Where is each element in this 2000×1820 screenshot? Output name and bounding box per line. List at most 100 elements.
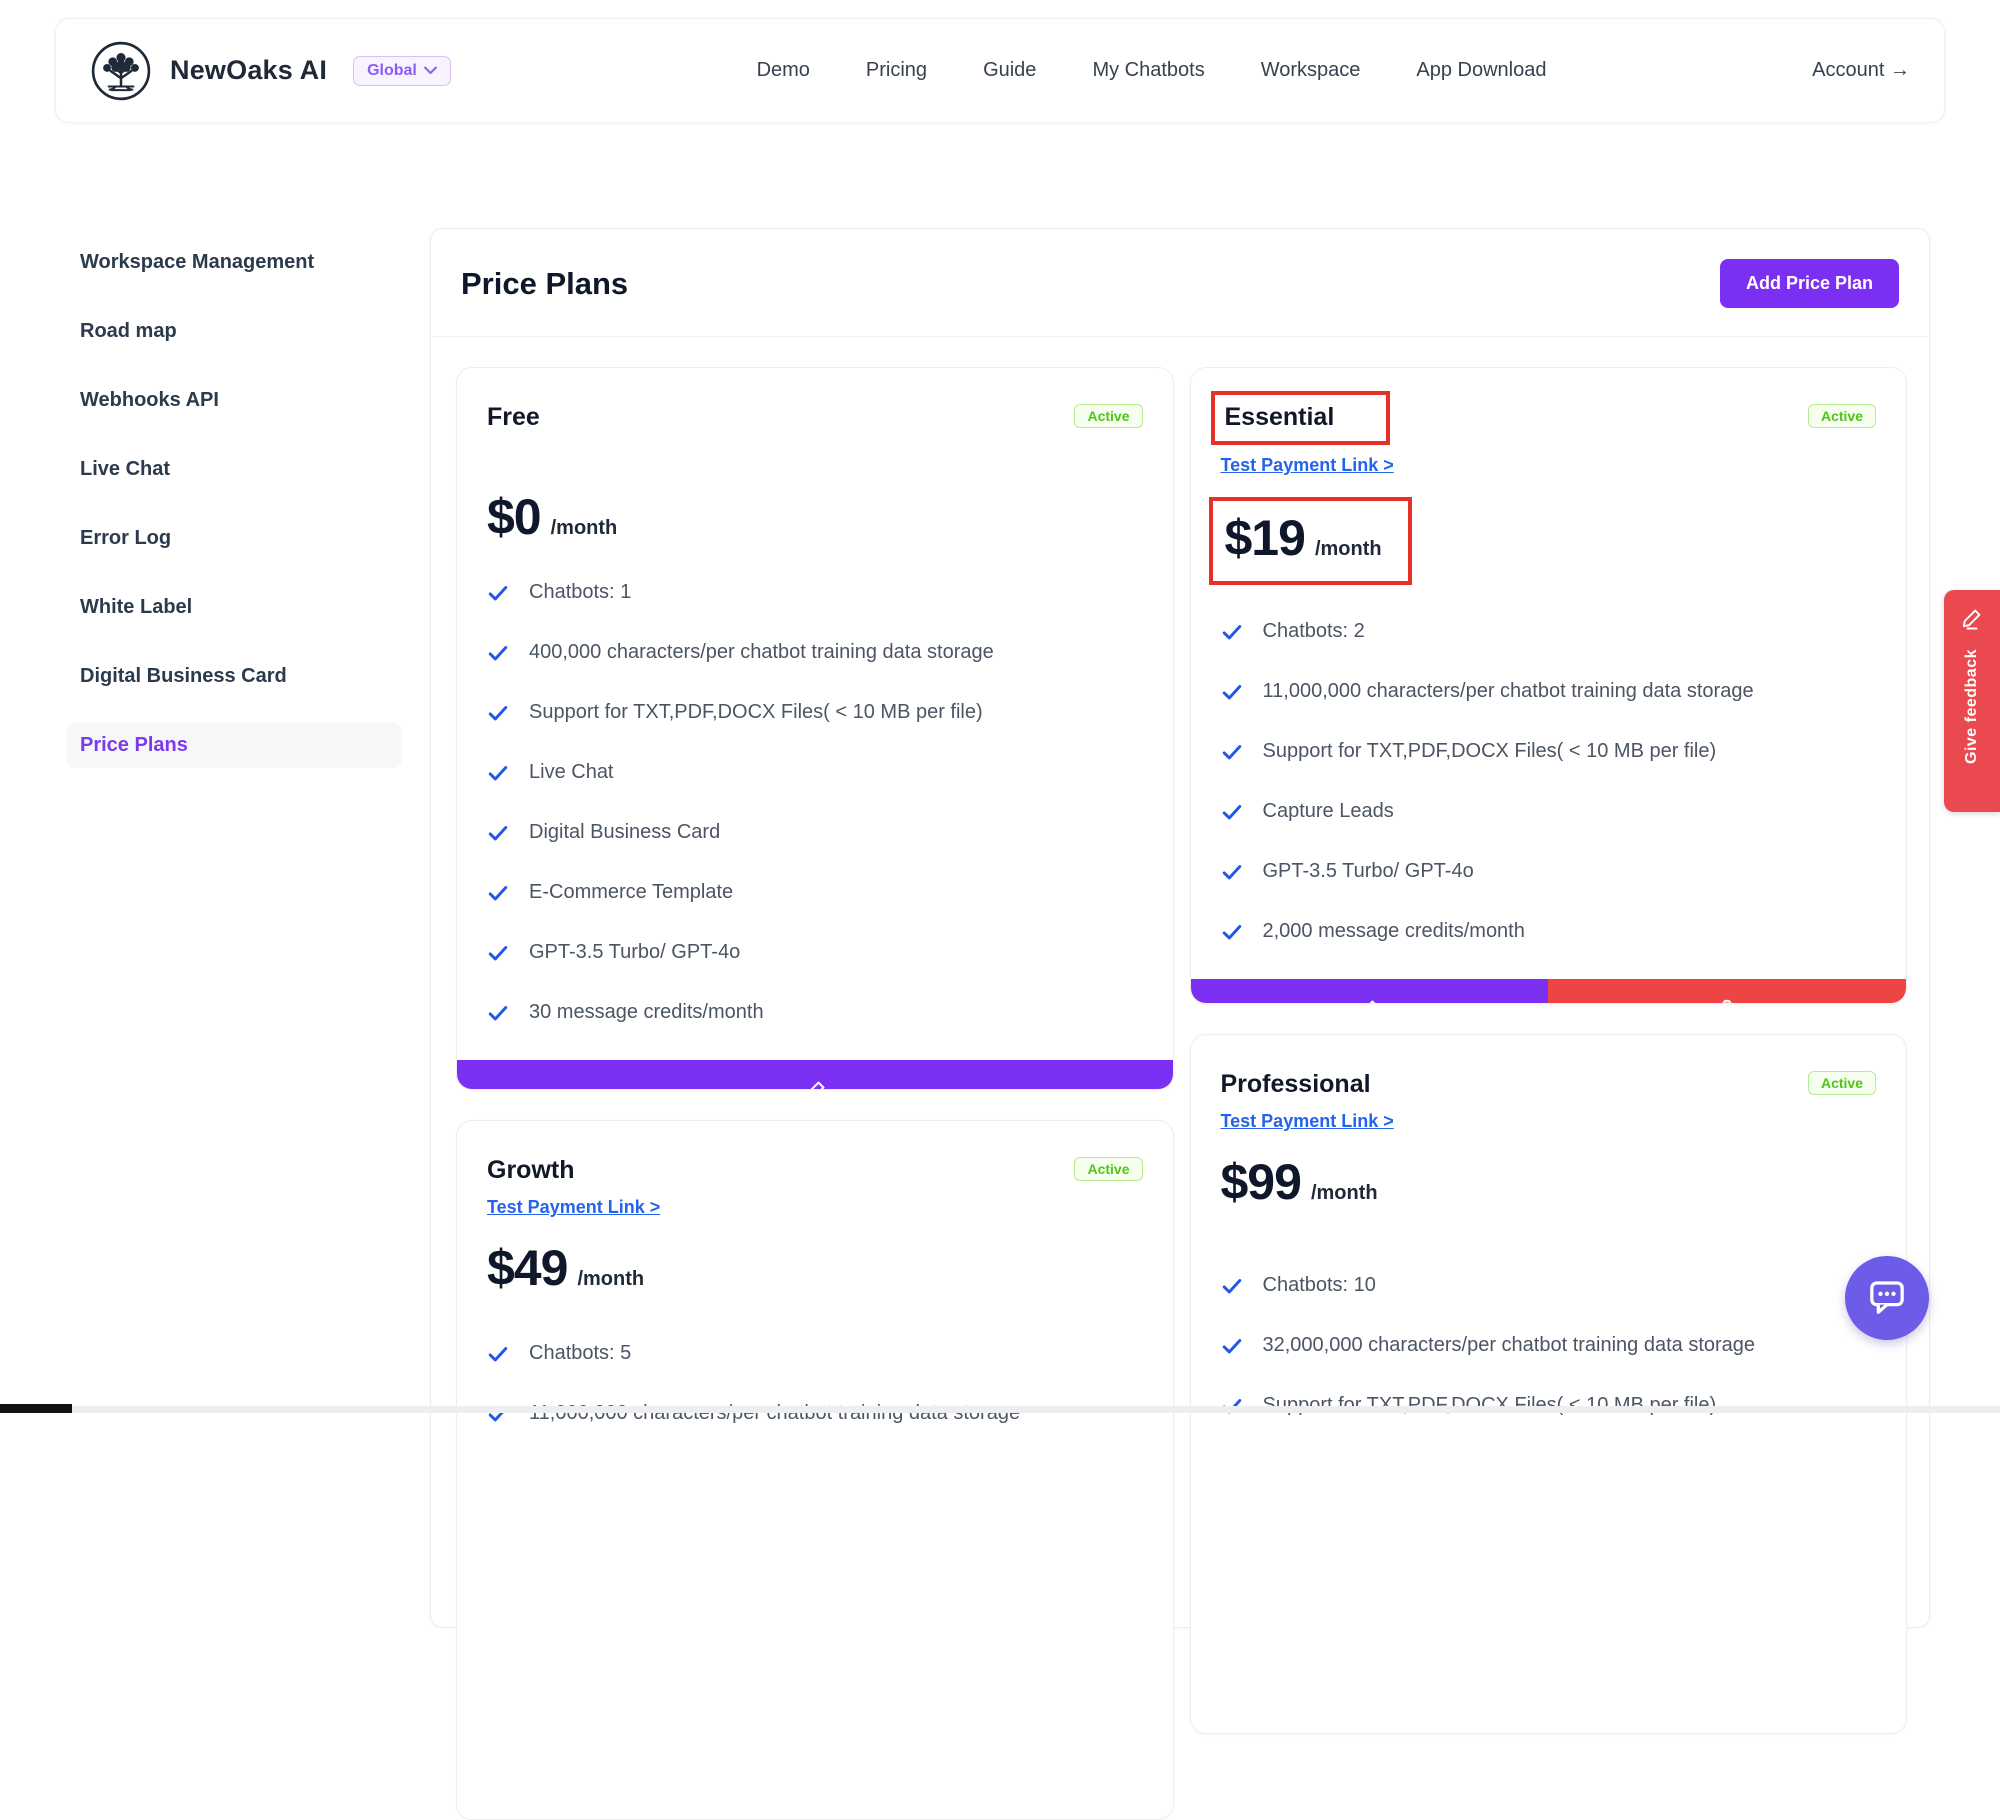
feature-item: Chatbots: 1	[487, 580, 1143, 610]
plan-features: Chatbots: 5 11,000,000 characters/per cha…	[487, 1341, 1143, 1461]
feature-text: E-Commerce Template	[529, 880, 733, 904]
feature-text: 11,000,000 characters/per chatbot traini…	[1263, 679, 1754, 703]
check-icon	[1221, 799, 1243, 829]
feature-item: GPT-3.5 Turbo/ GPT-4o	[487, 940, 1143, 970]
region-label: Global	[367, 62, 417, 80]
check-icon	[1221, 859, 1243, 889]
price-amount: $49	[487, 1239, 567, 1297]
feature-item: 11,000,000 characters/per chatbot traini…	[1221, 679, 1877, 709]
screen-corner-artifact	[0, 1404, 72, 1413]
plan-card-header: Free Active	[487, 400, 1143, 434]
price-period: /month	[1315, 538, 1382, 561]
plan-column-right: EssentialActiveTest Payment Link >$19/mo…	[1190, 367, 1908, 1820]
feature-text: GPT-3.5 Turbo/ GPT-4o	[529, 940, 740, 964]
nav-link-guide[interactable]: Guide	[983, 59, 1036, 82]
check-icon	[487, 760, 509, 790]
screen-edge-strip	[0, 1406, 2000, 1413]
plan-card-professional: Professional Active Test Payment Link > $99…	[1190, 1034, 1908, 1734]
sidebar-item-digital-business-card[interactable]: Digital Business Card	[66, 654, 402, 699]
feature-text: Chatbots: 2	[1263, 619, 1365, 643]
region-selector[interactable]: Global	[353, 56, 451, 86]
check-icon	[487, 1341, 509, 1371]
plan-column-left: Free Active $0/month Chatbots: 1 400,000 cha…	[456, 367, 1174, 1820]
edit-plan-button[interactable]	[457, 1060, 1173, 1090]
feature-text: 11,000,000 characters/per chatbot traini…	[529, 1401, 1020, 1425]
price-period: /month	[1311, 1182, 1378, 1205]
plan-card-free: Free Active $0/month Chatbots: 1 400,000 cha…	[456, 367, 1174, 1090]
pencil-icon	[802, 1078, 828, 1091]
feature-item: 2,000 message credits/month	[1221, 919, 1877, 949]
status-badge: Active	[1808, 1071, 1876, 1095]
check-icon	[487, 580, 509, 610]
edit-plan-button[interactable]	[1191, 979, 1549, 1004]
feature-text: Chatbots: 5	[529, 1341, 631, 1365]
feedback-label: Give feedback	[1963, 649, 1981, 764]
check-icon	[487, 1000, 509, 1030]
plan-cards-grid: Free Active $0/month Chatbots: 1 400,000 cha…	[431, 337, 1929, 1820]
check-icon	[1221, 1273, 1243, 1303]
price-amount: $19	[1225, 509, 1305, 567]
feature-text: 400,000 characters/per chatbot training …	[529, 640, 994, 664]
sidebar-item-workspace-management[interactable]: Workspace Management	[66, 240, 402, 285]
settings-sidebar: Workspace Management Road map Webhooks API…	[66, 240, 402, 792]
feature-item: Live Chat	[487, 760, 1143, 790]
feature-item: Digital Business Card	[487, 820, 1143, 850]
sidebar-item-webhooks-api[interactable]: Webhooks API	[66, 378, 402, 423]
sidebar-item-road-map[interactable]: Road map	[66, 309, 402, 354]
check-icon	[1221, 739, 1243, 769]
page-title: Price Plans	[461, 266, 628, 302]
status-badge: Active	[1074, 404, 1142, 428]
sidebar-item-live-chat[interactable]: Live Chat	[66, 447, 402, 492]
feature-item: 32,000,000 characters/per chatbot traini…	[1221, 1333, 1877, 1363]
plan-card-growth: Growth Active Test Payment Link > $49/month…	[456, 1120, 1174, 1820]
plan-price: $49/month	[487, 1239, 644, 1297]
nav-link-pricing[interactable]: Pricing	[866, 59, 927, 82]
plan-price: $19/month	[1209, 497, 1412, 585]
feature-item: E-Commerce Template	[487, 880, 1143, 910]
plan-features: Chatbots: 2 11,000,000 characters/per cha…	[1221, 619, 1877, 979]
feature-text: 30 message credits/month	[529, 1000, 764, 1024]
feature-text: 2,000 message credits/month	[1263, 919, 1525, 943]
status-badge: Active	[1074, 1157, 1142, 1181]
price-amount: $99	[1221, 1153, 1301, 1211]
trash-icon	[1714, 997, 1740, 1005]
give-feedback-tab[interactable]: Give feedback	[1944, 590, 2000, 812]
feature-text: Capture Leads	[1263, 799, 1394, 823]
feature-text: Support for TXT,PDF,DOCX Files( < 10 MB …	[529, 700, 983, 724]
check-icon	[487, 880, 509, 910]
check-icon	[1221, 679, 1243, 709]
plan-name: Professional	[1221, 1067, 1371, 1101]
price-amount: $0	[487, 488, 541, 546]
account-link[interactable]: Account →	[1812, 59, 1910, 82]
brand[interactable]: NewOaks AI Global	[90, 40, 451, 102]
test-payment-link[interactable]: Test Payment Link >	[1221, 453, 1394, 477]
plan-card-essential: EssentialActiveTest Payment Link >$19/mo…	[1190, 367, 1908, 1004]
primary-nav: Demo Pricing Guide My Chatbots Workspace App …	[491, 59, 1812, 82]
feature-item: 30 message credits/month	[487, 1000, 1143, 1030]
pencil-icon	[1356, 997, 1382, 1005]
sidebar-item-white-label[interactable]: White Label	[66, 585, 402, 630]
feature-text: GPT-3.5 Turbo/ GPT-4o	[1263, 859, 1474, 883]
delete-plan-button[interactable]	[1548, 979, 1906, 1004]
sidebar-item-error-log[interactable]: Error Log	[66, 516, 402, 561]
nav-link-app-download[interactable]: App Download	[1416, 59, 1546, 82]
status-badge: Active	[1808, 404, 1876, 428]
plan-name: Growth	[487, 1153, 575, 1187]
test-payment-link[interactable]: Test Payment Link >	[487, 1195, 660, 1219]
check-icon	[1221, 619, 1243, 649]
chat-widget-button[interactable]	[1845, 1256, 1929, 1340]
sidebar-item-price-plans[interactable]: Price Plans	[66, 723, 402, 768]
check-icon	[1221, 919, 1243, 949]
plan-name: Free	[487, 400, 540, 434]
check-icon	[487, 640, 509, 670]
nav-link-my-chatbots[interactable]: My Chatbots	[1092, 59, 1204, 82]
price-period: /month	[577, 1268, 644, 1291]
add-price-plan-button[interactable]: Add Price Plan	[1720, 259, 1899, 308]
feature-text: Support for TXT,PDF,DOCX Files( < 10 MB …	[1263, 1393, 1717, 1417]
price-period: /month	[551, 517, 618, 540]
nav-link-workspace[interactable]: Workspace	[1261, 59, 1361, 82]
check-icon	[1221, 1333, 1243, 1363]
chevron-down-icon	[424, 62, 437, 80]
test-payment-link[interactable]: Test Payment Link >	[1221, 1109, 1394, 1133]
nav-link-demo[interactable]: Demo	[757, 59, 810, 82]
